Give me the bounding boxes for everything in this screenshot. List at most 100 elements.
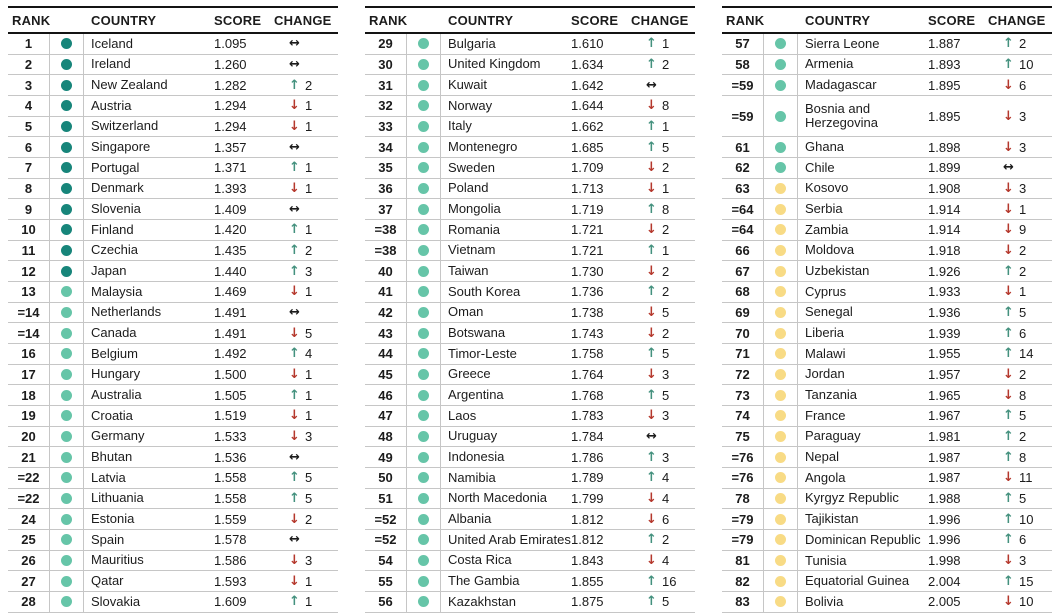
change-cell: ↑ 2 (274, 75, 338, 95)
peace-tier-dot-icon (61, 472, 72, 483)
rank-up-arrow-icon: ↑ (289, 389, 303, 402)
change-value: 1 (662, 36, 669, 51)
peace-tier-dot-cell (50, 365, 84, 385)
score-value: 1.558 (214, 489, 274, 509)
country-name: Taiwan (441, 261, 571, 281)
table-row: 27 Qatar 1.593 ↓ 1 (8, 571, 338, 592)
country-name: Canada (84, 323, 214, 343)
table-header: RANK COUNTRY SCORE CHANGE (8, 6, 338, 34)
peace-tier-dot-cell (407, 323, 441, 343)
table-row: 1 Iceland 1.095 ↔ (8, 34, 338, 55)
score-value: 1.435 (214, 241, 274, 261)
peace-tier-dot-icon (61, 142, 72, 153)
peace-tier-dot-icon (61, 307, 72, 318)
peace-tier-dot-cell (764, 34, 798, 54)
peace-tier-dot-icon (418, 307, 429, 318)
rank-up-arrow-icon: ↑ (289, 347, 303, 360)
country-name: Oman (441, 303, 571, 323)
score-column-header: SCORE (571, 13, 631, 28)
change-cell: ↑ 4 (274, 344, 338, 364)
peace-tier-dot-icon (775, 183, 786, 194)
change-cell: ↔ (988, 158, 1052, 178)
rank-value: 67 (722, 261, 764, 281)
change-value: 2 (662, 532, 669, 547)
country-name: Nepal (798, 447, 928, 467)
score-column-header: SCORE (928, 13, 988, 28)
rank-down-arrow-icon: ↓ (1003, 110, 1017, 123)
rank-value: 56 (365, 592, 407, 612)
score-value: 1.812 (571, 509, 631, 529)
rank-value: =14 (8, 323, 50, 343)
country-name: Mauritius (84, 551, 214, 571)
table-row: 28 Slovakia 1.609 ↑ 1 (8, 592, 338, 613)
score-value: 1.409 (214, 199, 274, 219)
country-name: Italy (441, 117, 571, 137)
change-cell: ↓ 2 (988, 365, 1052, 385)
rank-value: 62 (722, 158, 764, 178)
score-value: 1.812 (571, 530, 631, 550)
country-name: Switzerland (84, 117, 214, 137)
rank-unchanged-arrow-icon: ↔ (289, 451, 303, 464)
rank-value: 27 (8, 571, 50, 591)
peace-tier-dot-icon (418, 142, 429, 153)
change-value: 2 (662, 57, 669, 72)
country-name: Albania (441, 509, 571, 529)
change-value: 3 (1019, 140, 1026, 155)
rank-value: 11 (8, 241, 50, 261)
rank-down-arrow-icon: ↓ (1003, 368, 1017, 381)
table-row: 3 New Zealand 1.282 ↑ 2 (8, 75, 338, 96)
country-name: Hungary (84, 365, 214, 385)
country-name: Bulgaria (441, 34, 571, 54)
table-row: =38 Romania 1.721 ↓ 2 (365, 220, 695, 241)
rank-unchanged-arrow-icon: ↔ (646, 430, 660, 443)
change-cell: ↑ 3 (274, 261, 338, 281)
rank-up-arrow-icon: ↑ (289, 595, 303, 608)
change-cell: ↓ 4 (631, 551, 695, 571)
change-value: 6 (1019, 78, 1026, 93)
change-value: 3 (1019, 553, 1026, 568)
peace-tier-dot-icon (61, 59, 72, 70)
score-value: 1.967 (928, 406, 988, 426)
country-name: Namibia (441, 468, 571, 488)
table-row: =38 Vietnam 1.721 ↑ 1 (365, 241, 695, 262)
table-row: 66 Moldova 1.918 ↓ 2 (722, 241, 1052, 262)
score-value: 1.260 (214, 55, 274, 75)
change-value: 1 (305, 181, 312, 196)
score-value: 1.987 (928, 468, 988, 488)
country-name: Montenegro (441, 137, 571, 157)
change-cell: ↑ 2 (631, 55, 695, 75)
peace-tier-dot-icon (418, 410, 429, 421)
score-value: 1.533 (214, 427, 274, 447)
country-name: Tanzania (798, 385, 928, 405)
country-name: Bosnia and Herzegovina (798, 96, 928, 136)
change-cell: ↑ 10 (988, 55, 1052, 75)
change-cell: ↔ (274, 303, 338, 323)
change-cell: ↑ 5 (631, 137, 695, 157)
score-value: 1.709 (571, 158, 631, 178)
rank-value: =76 (722, 468, 764, 488)
table-row: 67 Uzbekistan 1.926 ↑ 2 (722, 261, 1052, 282)
peace-tier-dot-icon (418, 204, 429, 215)
change-value: 10 (1019, 512, 1033, 527)
peace-tier-dot-cell (764, 75, 798, 95)
change-cell: ↓ 3 (274, 551, 338, 571)
rank-value: 48 (365, 427, 407, 447)
change-cell: ↓ 3 (631, 406, 695, 426)
score-value: 1.918 (928, 241, 988, 261)
rank-value: =22 (8, 468, 50, 488)
table-row: 13 Malaysia 1.469 ↓ 1 (8, 282, 338, 303)
score-value: 1.578 (214, 530, 274, 550)
table-row: 82 Equatorial Guinea 2.004 ↑ 15 (722, 571, 1052, 592)
rank-up-arrow-icon: ↑ (646, 120, 660, 133)
peace-tier-dot-icon (775, 493, 786, 504)
rank-value: 49 (365, 447, 407, 467)
score-value: 1.914 (928, 220, 988, 240)
peace-tier-dot-icon (775, 348, 786, 359)
score-value: 1.440 (214, 261, 274, 281)
change-cell: ↓ 2 (274, 509, 338, 529)
peace-tier-dot-cell (764, 509, 798, 529)
country-name: Costa Rica (441, 551, 571, 571)
score-value: 1.357 (214, 137, 274, 157)
peace-tier-dot-icon (775, 204, 786, 215)
rank-down-arrow-icon: ↓ (289, 513, 303, 526)
